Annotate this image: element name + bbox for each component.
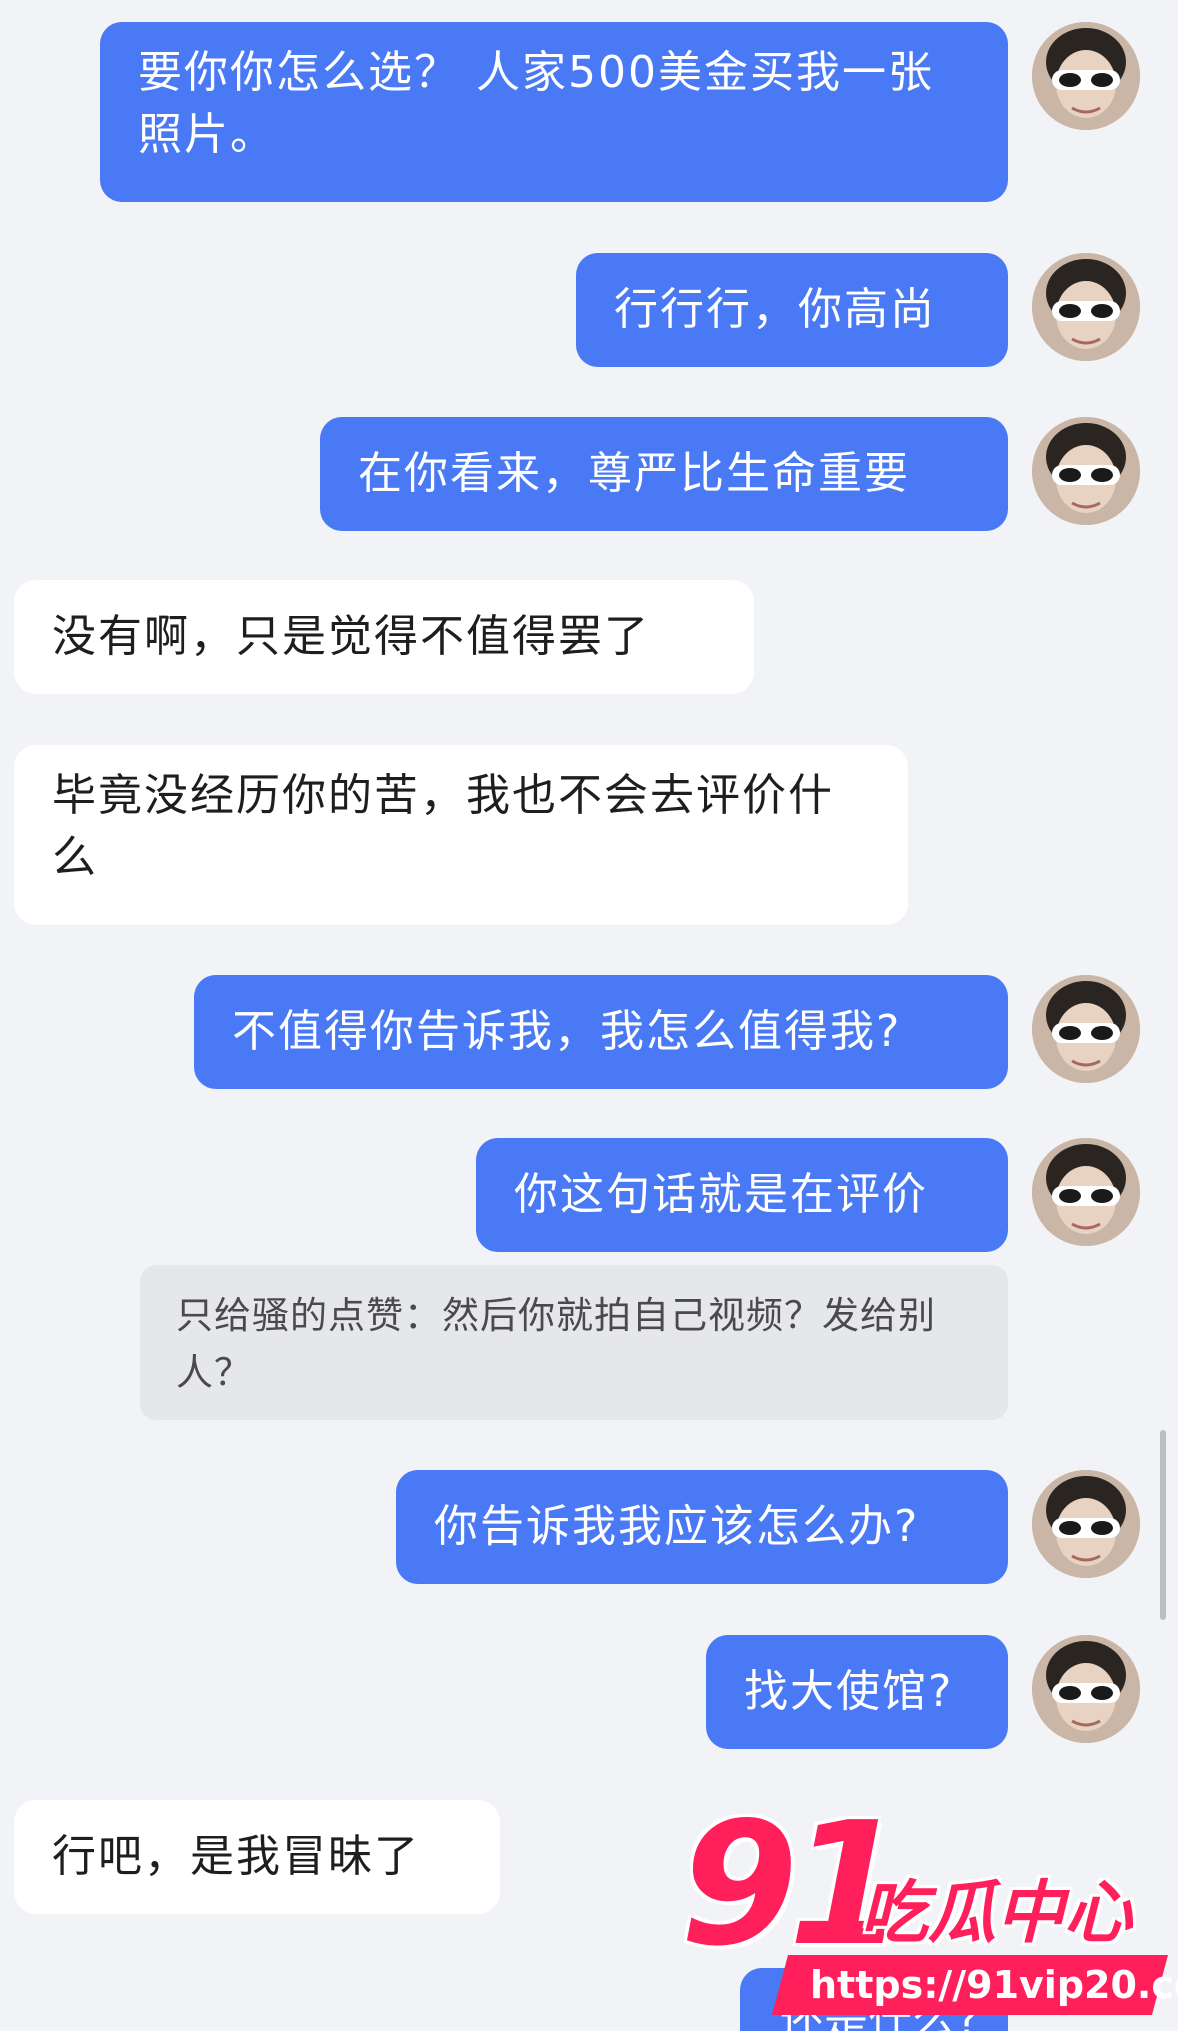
message-bubble-incoming[interactable]: 毕竟没经历你的苦，我也不会去评价什么	[14, 745, 908, 925]
message-text: 你告诉我我应该怎么办?	[434, 1501, 920, 1552]
chat-thread: 要你你怎么选？ 人家500美金买我一张照片。 行行行，你高尚 在你看来，尊严比生…	[0, 0, 1178, 2031]
message-bubble-outgoing[interactable]: 要你你怎么选？ 人家500美金买我一张照片。	[100, 22, 1008, 202]
message-bubble-outgoing[interactable]: 在你看来，尊严比生命重要	[320, 417, 1008, 531]
message-text: 毕竟没经历你的苦，我也不会去评价什么	[52, 770, 834, 883]
message-bubble-outgoing[interactable]: 不值得你告诉我，我怎么值得我?	[194, 975, 1008, 1089]
user-avatar[interactable]	[1032, 1470, 1140, 1578]
user-avatar[interactable]	[1032, 1635, 1140, 1743]
user-avatar[interactable]	[1032, 1138, 1140, 1246]
message-bubble-outgoing[interactable]: 找大使馆?	[706, 1635, 1008, 1749]
message-text: 找大使馆?	[744, 1666, 954, 1717]
message-bubble-incoming[interactable]: 没有啊，只是觉得不值得罢了	[14, 580, 754, 694]
watermark-url-text: https://91vip20.com	[810, 1963, 1178, 2007]
message-text: 没有啊，只是觉得不值得罢了	[52, 611, 650, 662]
quoted-reply[interactable]: 只给骚的点赞：然后你就拍自己视频？发给别人？	[140, 1265, 1008, 1420]
user-avatar[interactable]	[1032, 417, 1140, 525]
message-text: 要你你怎么选？ 人家500美金买我一张照片。	[138, 47, 934, 160]
message-bubble-outgoing[interactable]: 你告诉我我应该怎么办?	[396, 1470, 1008, 1584]
message-text: 行行行，你高尚	[614, 284, 936, 335]
message-text: 你这句话就是在评价	[514, 1169, 928, 1220]
watermark-url: https://91vip20.com	[771, 1955, 1178, 2015]
user-avatar[interactable]	[1032, 253, 1140, 361]
message-text: 在你看来，尊严比生命重要	[358, 448, 910, 499]
user-avatar[interactable]	[1032, 975, 1140, 1083]
user-avatar[interactable]	[1032, 22, 1140, 130]
message-text: 行吧，是我冒昧了	[52, 1831, 420, 1882]
message-bubble-incoming[interactable]: 行吧，是我冒昧了	[14, 1800, 500, 1914]
scrollbar[interactable]	[1160, 1430, 1166, 1620]
quoted-reply-text: 只给骚的点赞：然后你就拍自己视频？发给别人？	[176, 1294, 936, 1394]
message-bubble-outgoing[interactable]: 你这句话就是在评价	[476, 1138, 1008, 1252]
message-bubble-outgoing[interactable]: 行行行，你高尚	[576, 253, 1008, 367]
watermark-logo: 91 吃瓜中心 https://91vip20.com	[670, 1800, 1178, 2031]
watermark-title: 吃瓜中心	[860, 1874, 1133, 1953]
message-text: 不值得你告诉我，我怎么值得我?	[232, 1006, 902, 1057]
